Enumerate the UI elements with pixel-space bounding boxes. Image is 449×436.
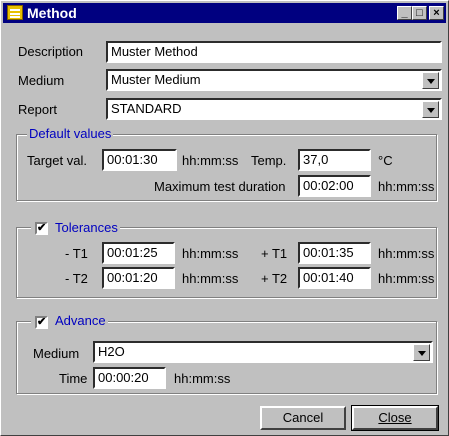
advance-medium-select[interactable]: H2O <box>93 341 433 363</box>
t2-plus-field[interactable]: 00:01:40 <box>298 267 371 289</box>
medium-select[interactable]: Muster Medium <box>106 69 442 91</box>
max-duration-field[interactable]: 00:02:00 <box>298 175 371 197</box>
t1-minus-unit: hh:mm:ss <box>182 246 239 261</box>
temp-field[interactable]: 37,0 <box>298 149 371 171</box>
tolerances-group <box>16 227 437 298</box>
default-values-title: Default values <box>27 126 114 142</box>
t2-plus-unit: hh:mm:ss <box>378 271 435 286</box>
time-unit: hh:mm:ss <box>174 371 231 386</box>
chevron-down-icon[interactable] <box>413 344 430 361</box>
maximize-icon[interactable]: □ <box>412 6 427 20</box>
t1-minus-label: - T1 <box>65 246 88 261</box>
close-icon[interactable]: × <box>429 6 444 20</box>
advance-medium-label: Medium <box>33 346 80 361</box>
report-select[interactable]: STANDARD <box>106 98 442 120</box>
close-button-label: Close <box>378 410 412 425</box>
chevron-down-icon[interactable] <box>422 72 439 89</box>
tolerances-checkbox[interactable] <box>35 221 48 235</box>
t1-plus-unit: hh:mm:ss <box>378 246 435 261</box>
temp-label: Temp. <box>251 153 287 168</box>
t1-minus-field[interactable]: 00:01:25 <box>102 242 175 264</box>
notepad-icon <box>7 5 23 20</box>
t2-minus-unit: hh:mm:ss <box>182 271 239 286</box>
report-select-value: STANDARD <box>111 101 182 116</box>
t1-plus-label: + T1 <box>261 246 288 261</box>
target-label: Target val. <box>27 153 87 168</box>
t2-plus-label: + T2 <box>261 271 288 286</box>
target-unit: hh:mm:ss <box>182 153 239 168</box>
medium-label: Medium <box>18 73 65 88</box>
time-field[interactable]: 00:00:20 <box>93 367 166 389</box>
title-bar[interactable]: Method _ □ × <box>3 3 446 23</box>
description-label: Description <box>18 44 84 59</box>
medium-select-value: Muster Medium <box>111 72 201 87</box>
minimize-icon[interactable]: _ <box>397 6 412 20</box>
report-label: Report <box>18 102 58 117</box>
t2-minus-field[interactable]: 00:01:20 <box>102 267 175 289</box>
cancel-button[interactable]: Cancel <box>260 406 346 430</box>
advance-medium-value: H2O <box>98 344 125 359</box>
max-duration-unit: hh:mm:ss <box>378 179 435 194</box>
max-duration-label: Maximum test duration <box>154 179 286 194</box>
window-title: Method <box>27 5 77 21</box>
target-value-field[interactable]: 00:01:30 <box>102 149 177 171</box>
t1-plus-field[interactable]: 00:01:35 <box>298 242 371 264</box>
method-dialog: Method _ □ × Description Muster Method M… <box>0 0 449 436</box>
description-field[interactable]: Muster Method <box>106 41 442 63</box>
t2-minus-label: - T2 <box>65 271 88 286</box>
close-button[interactable]: Close <box>351 405 439 431</box>
temp-unit: °C <box>378 153 393 168</box>
advance-checkbox[interactable] <box>35 315 48 329</box>
time-label: Time <box>59 371 88 386</box>
chevron-down-icon[interactable] <box>422 101 439 118</box>
